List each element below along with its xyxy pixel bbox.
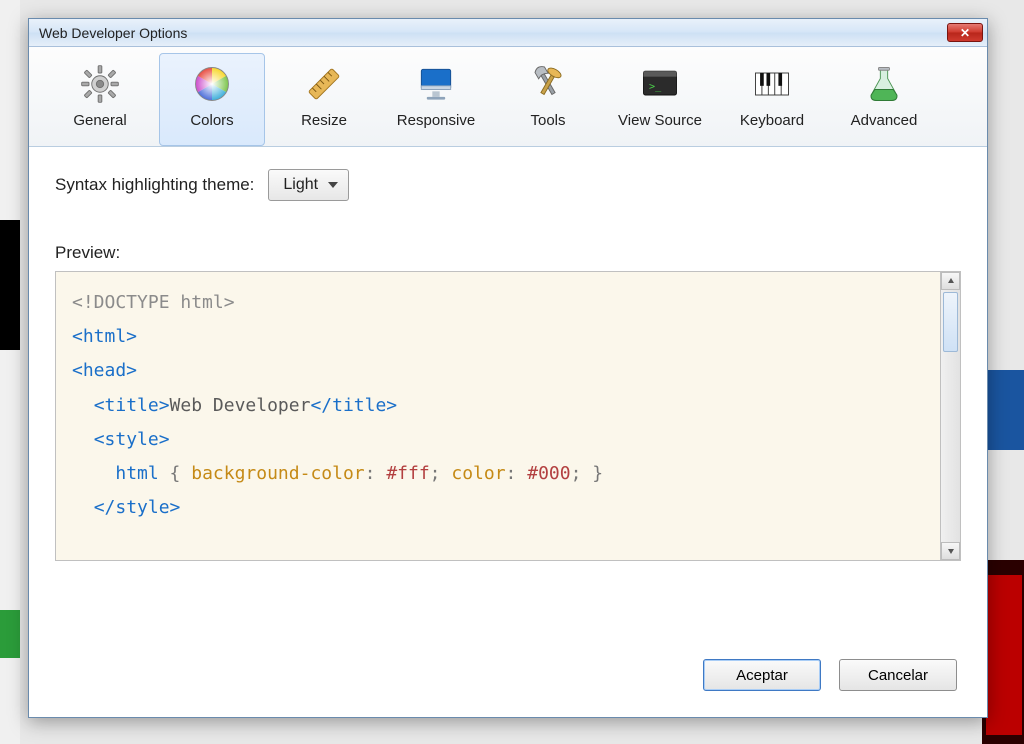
tools-icon [524, 60, 572, 108]
chevron-down-icon [328, 182, 338, 188]
tab-responsive[interactable]: Responsive [383, 53, 489, 146]
close-icon: ✕ [960, 26, 970, 40]
scroll-down-icon[interactable] [941, 542, 960, 560]
tab-label: Keyboard [740, 112, 804, 129]
tab-label: Responsive [397, 112, 475, 129]
gear-icon [76, 60, 124, 108]
flask-icon [860, 60, 908, 108]
dialog-title: Web Developer Options [39, 25, 187, 41]
terminal-icon: >_ [636, 60, 684, 108]
preview-label: Preview: [55, 243, 961, 263]
tab-general[interactable]: General [47, 53, 153, 146]
theme-value: Light [283, 176, 318, 194]
theme-select[interactable]: Light [268, 169, 349, 201]
titlebar[interactable]: Web Developer Options ✕ [29, 19, 987, 47]
scroll-thumb[interactable] [943, 292, 958, 352]
options-dialog: Web Developer Options ✕ General [28, 18, 988, 718]
tab-label: Advanced [851, 112, 918, 129]
tab-view-source[interactable]: >_ View Source [607, 53, 713, 146]
tab-label: General [73, 112, 126, 129]
tab-label: Colors [190, 112, 233, 129]
tab-tools[interactable]: Tools [495, 53, 601, 146]
tab-toolbar: General Colors [29, 47, 987, 147]
monitor-icon [412, 60, 460, 108]
accept-button[interactable]: Aceptar [703, 659, 821, 691]
ruler-icon [300, 60, 348, 108]
theme-label: Syntax highlighting theme: [55, 175, 254, 195]
tab-content: Syntax highlighting theme: Light Preview… [29, 147, 987, 561]
code-preview: <!DOCTYPE html> <html> <head> <title>Web… [55, 271, 941, 561]
tab-advanced[interactable]: Advanced [831, 53, 937, 146]
tab-resize[interactable]: Resize [271, 53, 377, 146]
piano-icon [748, 60, 796, 108]
tab-label: View Source [618, 112, 702, 129]
close-button[interactable]: ✕ [947, 23, 983, 42]
scroll-up-icon[interactable] [941, 272, 960, 290]
tab-label: Resize [301, 112, 347, 129]
cancel-button[interactable]: Cancelar [839, 659, 957, 691]
preview-scrollbar[interactable] [941, 271, 961, 561]
tab-keyboard[interactable]: Keyboard [719, 53, 825, 146]
dialog-buttons: Aceptar Cancelar [703, 659, 957, 691]
tab-label: Tools [530, 112, 565, 129]
tab-colors[interactable]: Colors [159, 53, 265, 146]
svg-text:>_: >_ [649, 82, 662, 93]
color-wheel-icon [188, 60, 236, 108]
